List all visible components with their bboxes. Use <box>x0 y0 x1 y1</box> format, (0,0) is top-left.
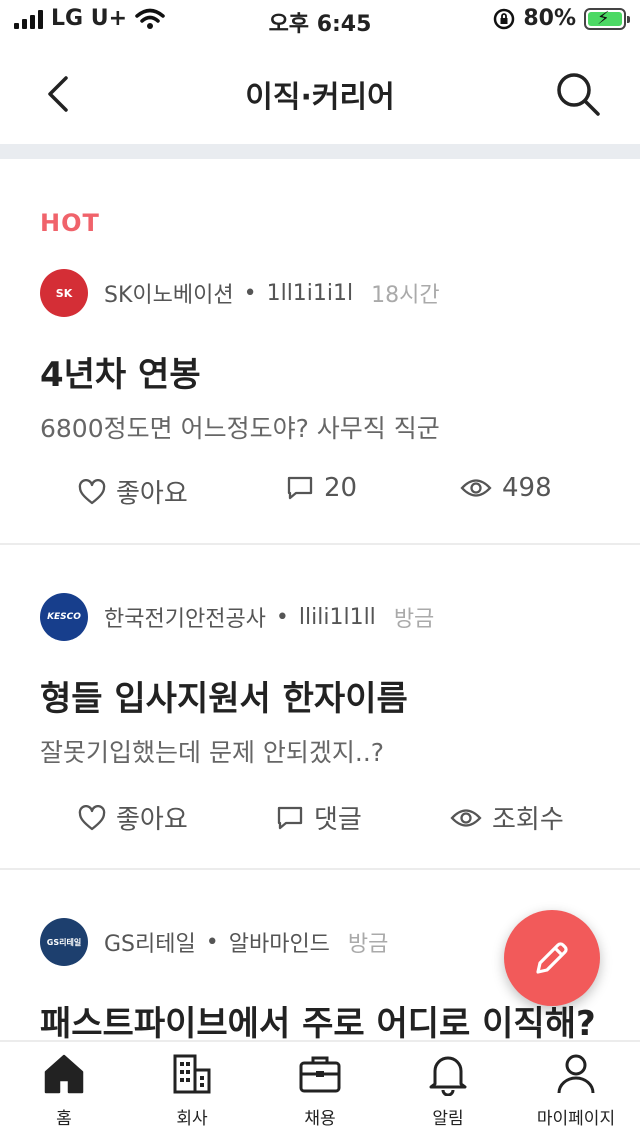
pencil-icon <box>536 942 568 974</box>
post-body[interactable]: 잘못기입했는데 문제 안되겠지..? <box>40 733 384 769</box>
company-name[interactable]: GS리테일 <box>104 926 196 958</box>
post-title[interactable]: 패스트파이브에서 주로 어디로 이직해? <box>40 996 596 1045</box>
company-logo[interactable]: KESCO <box>40 593 88 641</box>
company-logo[interactable]: GS리테일 <box>40 918 88 966</box>
view-count: 498 <box>460 473 552 503</box>
home-icon <box>44 1054 84 1094</box>
tab-notifications[interactable]: 알림 <box>384 1052 512 1129</box>
briefcase-icon <box>299 1056 341 1093</box>
post-card[interactable]: HOT SK SK이노베이션 • 1ll1i1i1l 18시간 4년차 연봉 6… <box>0 159 640 545</box>
eye-icon <box>450 808 482 827</box>
post-body[interactable]: 6800정도면 어느정도야? 사무직 직군 <box>40 409 440 445</box>
comment-icon <box>277 806 303 829</box>
battery-icon: ⚡ <box>584 7 630 30</box>
tab-jobs[interactable]: 채용 <box>256 1052 384 1129</box>
battery-percent: 80% <box>523 6 576 31</box>
header-divider <box>0 144 640 159</box>
like-button[interactable]: 좋아요 <box>78 473 188 510</box>
hot-badge: HOT <box>40 209 100 237</box>
tab-home[interactable]: 홈 <box>0 1052 128 1129</box>
heart-icon <box>78 478 106 504</box>
bell-icon <box>429 1056 467 1096</box>
eye-icon <box>460 479 492 497</box>
tab-mypage[interactable]: 마이페이지 <box>512 1052 640 1129</box>
post-card[interactable]: KESCO 한국전기안전공사 • llili1l1ll 방금 형들 입사지원서 … <box>0 545 640 870</box>
like-label: 좋아요 <box>116 805 188 835</box>
comment-count: 20 <box>324 473 358 503</box>
post-time: 18시간 <box>371 283 440 308</box>
person-icon <box>557 1054 595 1094</box>
author-nickname: llili1l1ll <box>298 604 376 630</box>
comment-button[interactable]: 20 <box>286 473 357 503</box>
post-title[interactable]: 4년차 연봉 <box>40 347 201 396</box>
view-label: 조회수 <box>492 805 564 835</box>
heart-icon <box>78 804 106 830</box>
comment-label: 댓글 <box>314 805 362 835</box>
post-meta: KESCO 한국전기안전공사 • llili1l1ll 방금 <box>40 593 434 641</box>
company-name[interactable]: 한국전기안전공사 <box>104 601 266 633</box>
rotation-lock-icon <box>494 8 515 29</box>
post-title[interactable]: 형들 입사지원서 한자이름 <box>40 671 408 720</box>
like-label: 좋아요 <box>116 479 188 509</box>
company-name[interactable]: SK이노베이션 <box>104 277 234 309</box>
view-count: 조회수 <box>450 799 564 836</box>
search-icon <box>557 73 600 116</box>
comment-icon <box>287 476 313 500</box>
page-title: 이직·커리어 <box>245 80 395 115</box>
tab-company[interactable]: 회사 <box>128 1052 256 1129</box>
tab-bar: 홈 회사 채용 알림 마이페이지 <box>0 1040 640 1136</box>
search-button[interactable] <box>552 68 604 120</box>
post-actions: 좋아요 20 498 <box>0 473 640 513</box>
post-actions: 좋아요 댓글 조회수 <box>0 799 640 839</box>
status-bar: LG U+ 오후 6:45 80% ⚡ <box>0 0 640 40</box>
post-time: 방금 <box>347 932 389 957</box>
author-nickname: 알바마인드 <box>228 932 330 957</box>
nav-header: 이직·커리어 <box>0 44 640 144</box>
post-meta: GS리테일 GS리테일 • 알바마인드 방금 <box>40 918 388 966</box>
comment-button[interactable]: 댓글 <box>276 799 362 836</box>
post-time: 방금 <box>393 607 435 632</box>
company-logo[interactable]: SK <box>40 269 88 317</box>
like-button[interactable]: 좋아요 <box>78 799 188 836</box>
post-meta: SK SK이노베이션 • 1ll1i1i1l 18시간 <box>40 269 440 317</box>
status-right: 80% ⚡ <box>493 6 630 31</box>
author-nickname: 1ll1i1i1l <box>266 280 354 306</box>
view-label: 498 <box>502 473 552 503</box>
write-post-button[interactable] <box>504 910 600 1006</box>
building-icon <box>173 1054 211 1094</box>
